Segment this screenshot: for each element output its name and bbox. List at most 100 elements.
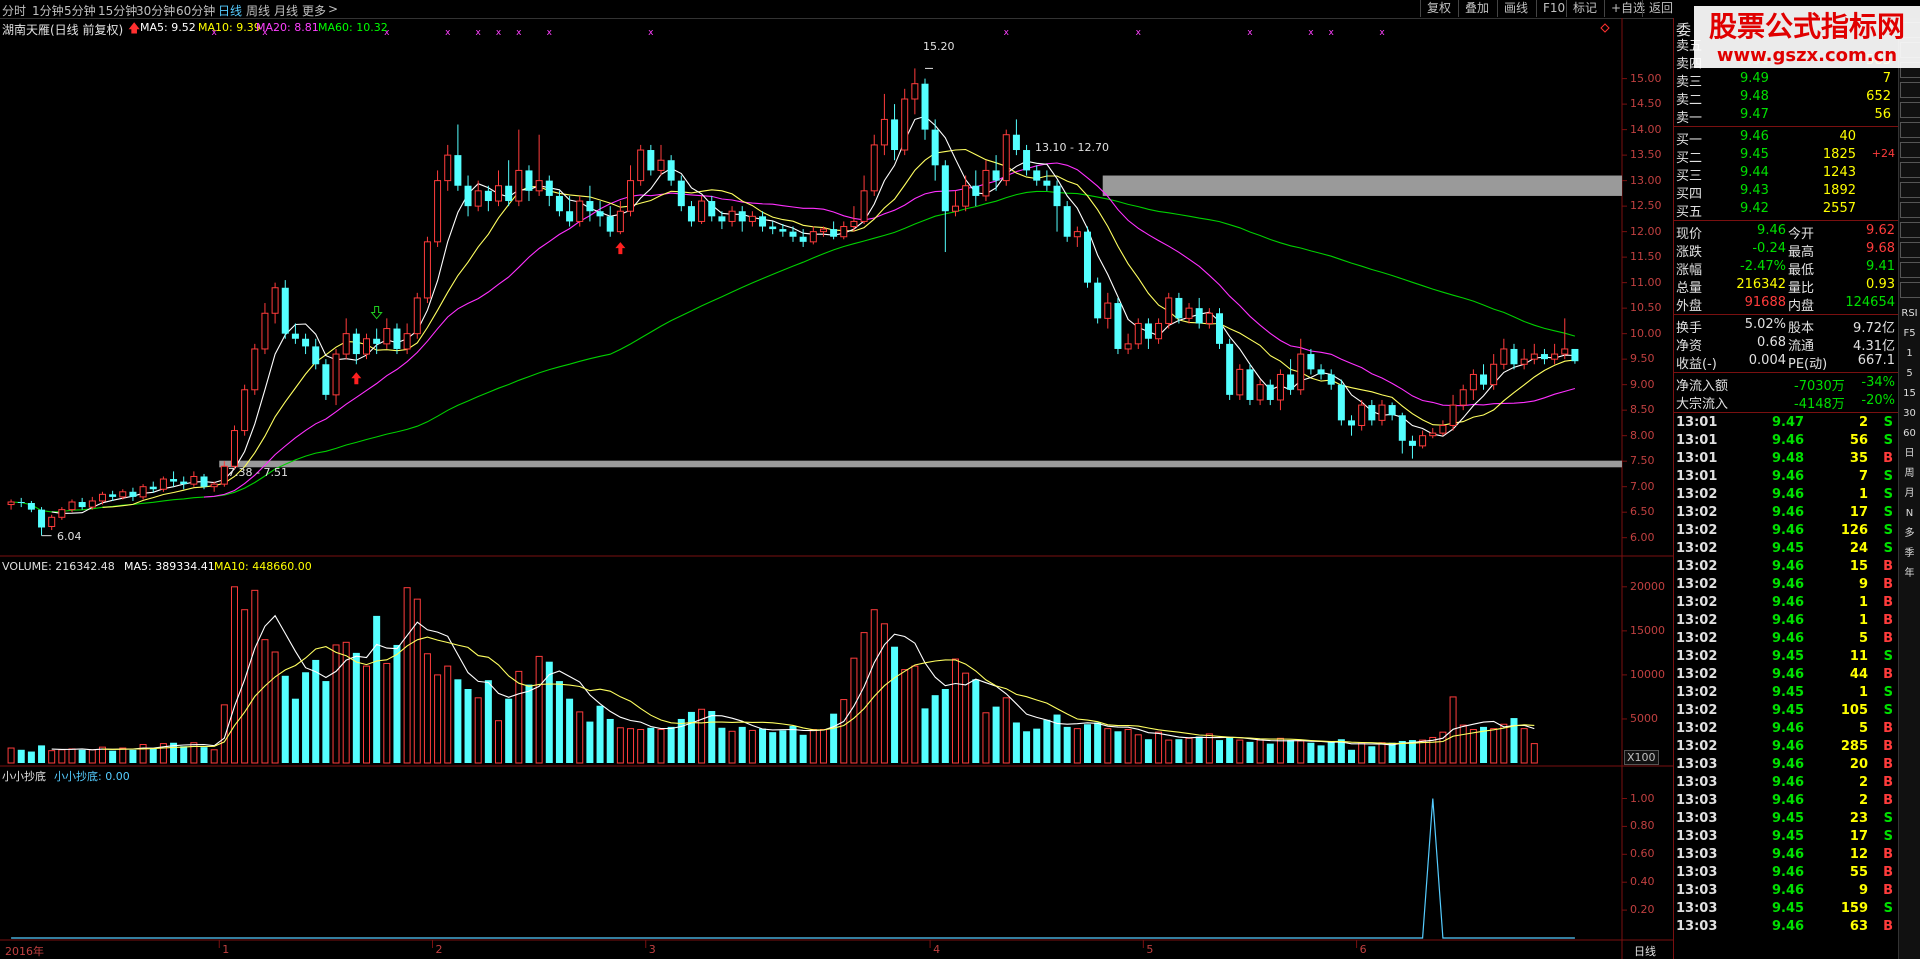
tab-4[interactable]: 30分钟 — [136, 2, 175, 19]
candle — [637, 144, 645, 186]
tab-2[interactable]: 5分钟 — [64, 2, 96, 19]
tool-icon[interactable] — [1900, 42, 1920, 58]
tool-icon[interactable] — [1900, 262, 1920, 278]
toolbar-button-1[interactable]: 叠加 — [1458, 0, 1495, 17]
sidebar-button-7[interactable]: 日 — [1900, 446, 1919, 462]
tool-icon[interactable] — [1900, 162, 1920, 178]
tab-1[interactable]: 1分钟 — [32, 2, 64, 19]
sidebar-button-2[interactable]: 1 — [1900, 346, 1919, 362]
tick-side: B — [1883, 739, 1893, 754]
buy-signal-icon — [351, 372, 362, 385]
ask-row: 卖三 9.49 7 — [1674, 70, 1899, 90]
price-axis-label: 14.00 — [1630, 122, 1662, 136]
candle — [1520, 348, 1528, 370]
volume-bar — [281, 675, 289, 763]
candle — [1469, 369, 1477, 400]
candle — [1155, 318, 1163, 344]
candle — [332, 348, 340, 406]
volume-bar — [576, 711, 584, 764]
tab-3[interactable]: 15分钟 — [98, 2, 137, 19]
buy-signal-icon — [615, 242, 626, 255]
sidebar-button-13[interactable]: 年 — [1900, 566, 1919, 582]
volume-bar — [1510, 718, 1518, 763]
sidebar-button-6[interactable]: 60 — [1900, 426, 1919, 442]
volume-bar — [1398, 740, 1406, 763]
tick-side: S — [1883, 685, 1893, 700]
tool-icon[interactable] — [1900, 202, 1920, 218]
tab-5[interactable]: 60分钟 — [176, 2, 215, 19]
volume-bar — [799, 734, 807, 763]
bid-row: 买二 9.45 1825 +24 — [1674, 146, 1899, 166]
volume-bar — [1236, 739, 1244, 764]
stat-row: 换手 5.02% 股本 9.72亿 — [1674, 316, 1899, 336]
tool-icon[interactable] — [1900, 282, 1920, 298]
tab-9[interactable]: 更多 — [302, 2, 326, 19]
tool-icon[interactable] — [1900, 22, 1920, 38]
volume-bar — [586, 721, 594, 763]
volume-bar — [1073, 728, 1081, 764]
tick-price: 9.46 — [1772, 739, 1805, 754]
indicator-axis-label: 0.60 — [1630, 847, 1655, 861]
sidebar-button-0[interactable]: RSI — [1900, 306, 1919, 322]
sidebar-button-5[interactable]: 30 — [1900, 406, 1919, 422]
tool-icon[interactable] — [1900, 182, 1920, 198]
sidebar-button-9[interactable]: 月 — [1900, 486, 1919, 502]
tool-icon[interactable] — [1900, 142, 1920, 158]
tool-icon[interactable] — [1900, 242, 1920, 258]
ma-label-3: MA60: 10.32 — [318, 21, 388, 34]
stat-value: 91688 — [1744, 295, 1786, 310]
bid-price: 9.42 — [1740, 201, 1769, 216]
tool-icon[interactable] — [1900, 62, 1920, 78]
signal-mark: x — [1247, 28, 1253, 38]
bid-price: 9.45 — [1740, 147, 1769, 162]
tool-icon[interactable] — [1900, 122, 1920, 138]
divider — [1674, 314, 1899, 315]
ask-price: 9.49 — [1740, 71, 1769, 86]
resistance-band — [1102, 175, 1622, 196]
volume-bar — [1226, 737, 1234, 763]
tab-0[interactable]: 分时 — [2, 2, 26, 19]
candle — [809, 226, 817, 245]
volume-bar — [982, 712, 990, 764]
tick-side: B — [1883, 595, 1893, 610]
tick-side: S — [1883, 523, 1893, 538]
arrow-up-icon: 🡅 — [128, 21, 141, 35]
volume-bar — [1287, 740, 1295, 763]
sidebar-button-1[interactable]: F5 — [1900, 326, 1919, 342]
signal-mark: x — [1329, 28, 1335, 38]
flow-row: 大宗流入 -4148万 -20% — [1674, 392, 1899, 412]
toolbar-button-6[interactable]: 返回 — [1642, 0, 1679, 17]
flow-label: 大宗流入 — [1676, 397, 1729, 412]
candle — [302, 333, 310, 355]
kline-chart[interactable]: xxxxxxxxxxxxxxx — [0, 18, 1673, 959]
toolbar-button-2[interactable]: 画线 — [1497, 0, 1534, 17]
toolbar-button-4[interactable]: 标记 — [1566, 0, 1603, 17]
support-band — [219, 460, 1623, 468]
tick-price: 9.45 — [1772, 649, 1805, 664]
chevron-right-icon[interactable]: > — [328, 2, 338, 16]
sidebar-button-3[interactable]: 5 — [1900, 366, 1919, 382]
tool-icon[interactable] — [1900, 102, 1920, 118]
tab-8[interactable]: 月线 — [274, 2, 298, 19]
candle — [901, 88, 909, 156]
tick-time: 13:02 — [1676, 667, 1718, 682]
candle — [769, 221, 777, 235]
sidebar-button-4[interactable]: 15 — [1900, 386, 1919, 402]
candle — [88, 496, 96, 510]
candle — [1104, 292, 1112, 329]
volume-bar — [210, 749, 218, 764]
toolbar-button-0[interactable]: 复权 — [1420, 0, 1457, 17]
sidebar-button-10[interactable]: N — [1900, 506, 1919, 522]
candle — [1165, 292, 1173, 329]
candle — [1073, 226, 1081, 247]
sidebar-button-11[interactable]: 多 — [1900, 526, 1919, 542]
tab-7[interactable]: 周线 — [246, 2, 270, 19]
sidebar-button-12[interactable]: 季 — [1900, 546, 1919, 562]
tick-time: 13:02 — [1676, 577, 1718, 592]
tab-6[interactable]: 日线 — [218, 2, 242, 19]
tick-time: 13:03 — [1676, 793, 1718, 808]
tool-icon[interactable] — [1900, 82, 1920, 98]
sidebar-button-8[interactable]: 周 — [1900, 466, 1919, 482]
tool-icon[interactable] — [1900, 222, 1920, 238]
volume-bar — [555, 681, 563, 763]
